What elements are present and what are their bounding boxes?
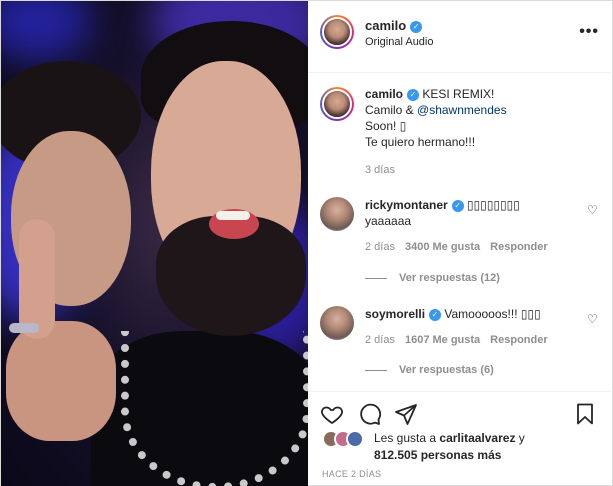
- like-comment-heart-icon[interactable]: ♡: [587, 204, 599, 216]
- comment-username[interactable]: soymorelli: [365, 307, 425, 321]
- caption-line-3: Soon!: [365, 119, 400, 133]
- comment-likes[interactable]: 1607 Me gusta: [405, 334, 480, 346]
- liker-username[interactable]: carlitaalvarez: [439, 431, 515, 445]
- stage-light: [1, 1, 91, 61]
- view-replies-button[interactable]: Ver respuestas (6): [365, 364, 494, 376]
- comment-username[interactable]: rickymontaner: [365, 198, 448, 212]
- mention-link[interactable]: @shawnmendes: [417, 103, 507, 117]
- save-bookmark-icon[interactable]: [573, 402, 597, 426]
- post-header: camilo ✓ Original Audio •••: [308, 1, 613, 73]
- comment-bubble-icon[interactable]: [358, 402, 382, 426]
- person-hand: [6, 321, 116, 441]
- like-heart-icon[interactable]: [320, 402, 344, 426]
- comment-time[interactable]: 2 días: [365, 241, 395, 253]
- verified-icon: ✓: [429, 308, 442, 321]
- comment-body: soymorelli ✓ Vamooooos!!! ▯▯▯: [365, 306, 580, 322]
- more-options-icon[interactable]: •••: [579, 23, 599, 41]
- like-comment-heart-icon[interactable]: ♡: [587, 313, 599, 325]
- caption-time[interactable]: 3 días: [365, 164, 395, 176]
- instagram-post: camilo ✓ Original Audio ••• camilo ✓ KESI …: [0, 0, 613, 486]
- liker-avatar[interactable]: [346, 430, 364, 448]
- comment-likes[interactable]: 3400 Me gusta: [405, 241, 480, 253]
- ring: [9, 323, 39, 333]
- likes-count[interactable]: 812.505 personas más: [374, 448, 501, 462]
- reply-button[interactable]: Responder: [490, 241, 547, 253]
- verified-icon: ✓: [410, 20, 423, 33]
- commenter-avatar[interactable]: [320, 197, 354, 231]
- caption: camilo ✓ KESI REMIX! Camilo & @shawnmende…: [365, 86, 600, 150]
- post-timestamp[interactable]: HACE 2 DÍAS: [322, 469, 381, 479]
- reply-button[interactable]: Responder: [490, 334, 547, 346]
- liker-avatars: [322, 430, 382, 448]
- comment-text: ▯▯▯▯▯▯▯▯: [467, 198, 520, 212]
- person-teeth: [216, 211, 250, 220]
- chain-necklace: [121, 331, 308, 486]
- post-video[interactable]: [1, 1, 308, 486]
- comment-meta: 2 días 1607 Me gusta Responder: [365, 334, 548, 346]
- raised-finger: [19, 219, 55, 339]
- likes-prefix: Les gusta a: [374, 431, 440, 445]
- caption-line-4: Te quiero hermano!!!: [365, 135, 476, 149]
- verified-icon: ✓: [451, 199, 464, 212]
- author-avatar[interactable]: [320, 15, 354, 49]
- post-sidebar: camilo ✓ Original Audio ••• camilo ✓ KESI …: [308, 1, 613, 486]
- comment-time[interactable]: 2 días: [365, 334, 395, 346]
- caption-avatar[interactable]: [320, 87, 354, 121]
- post-actions: Les gusta a carlitaalvarez y 812.505 per…: [308, 391, 613, 486]
- caption-line-1: KESI REMIX!: [422, 87, 495, 101]
- comment-meta: 2 días 3400 Me gusta Responder: [365, 241, 548, 253]
- view-replies-button[interactable]: Ver respuestas (12): [365, 272, 500, 284]
- likes-conjunction: y: [515, 431, 525, 445]
- author-username[interactable]: camilo ✓: [365, 18, 423, 33]
- comment-text: Vamooooos!!! ▯▯▯: [444, 307, 541, 321]
- audio-label[interactable]: Original Audio: [365, 36, 434, 48]
- caption-line-2: Camilo &: [365, 103, 418, 117]
- emoji-glyph: ▯: [399, 119, 407, 133]
- likes-summary: Les gusta a carlitaalvarez y 812.505 per…: [374, 430, 604, 464]
- comments-section: camilo ✓ KESI REMIX! Camilo & @shawnmende…: [308, 73, 613, 391]
- comment-body: rickymontaner ✓ ▯▯▯▯▯▯▯▯ yaaaaaa: [365, 197, 580, 229]
- share-send-icon[interactable]: [394, 402, 418, 426]
- caption-username[interactable]: camilo: [365, 87, 403, 101]
- comment-text-line-2: yaaaaaa: [365, 214, 412, 228]
- commenter-avatar[interactable]: [320, 306, 354, 340]
- verified-icon: ✓: [407, 88, 420, 101]
